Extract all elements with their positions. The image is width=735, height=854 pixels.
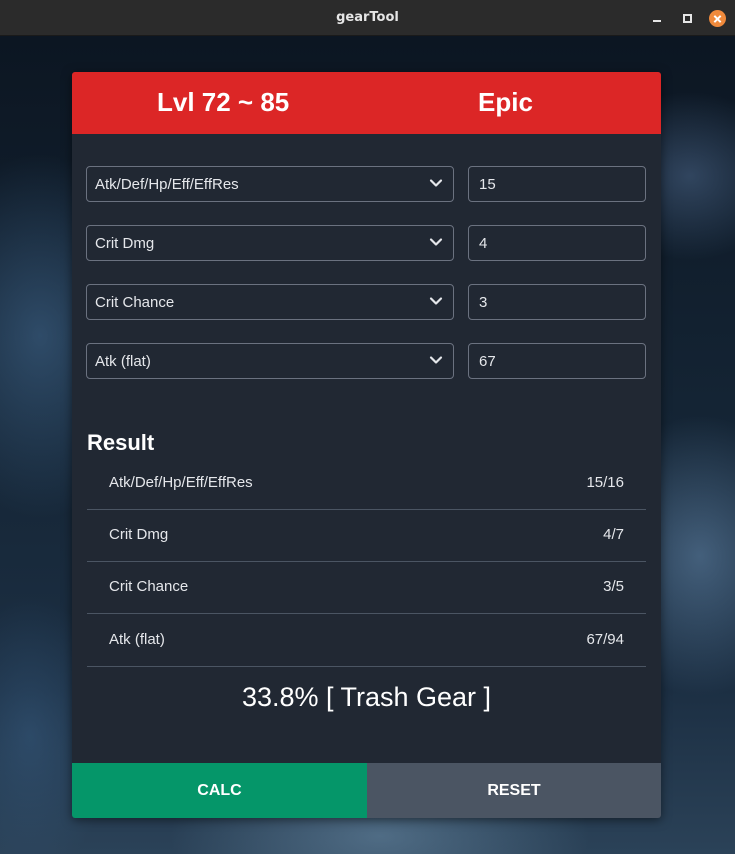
gear-score-summary: 33.8% [ Trash Gear ]	[241, 682, 492, 712]
substat-input-value: 67	[479, 353, 496, 370]
result-stat-score: 4/7	[603, 526, 624, 543]
substat-value-input-4[interactable]: 67	[468, 343, 646, 379]
result-row: Atk/Def/Hp/Eff/EffRes 15/16	[87, 458, 646, 510]
result-row: Crit Dmg 4/7	[87, 510, 646, 562]
chevron-down-icon	[429, 179, 443, 187]
result-row: Atk (flat) 67/94	[87, 615, 646, 667]
minimize-icon[interactable]	[649, 10, 665, 26]
calc-button[interactable]: CALC	[72, 763, 367, 818]
maximize-icon[interactable]	[679, 10, 695, 26]
rarity-label: Epic	[478, 87, 533, 117]
gear-header: Lvl 72 ~ 85 Epic	[72, 72, 661, 134]
substat-input-value: 4	[479, 235, 488, 252]
close-icon[interactable]	[709, 10, 726, 27]
substat-value-input-3[interactable]: 3	[468, 284, 646, 320]
substat-select-value: Atk (flat)	[95, 353, 151, 370]
chevron-down-icon	[429, 238, 443, 246]
gear-calculator-card: Lvl 72 ~ 85 Epic Atk/Def/Hp/Eff/EffRes 1…	[72, 72, 661, 818]
substat-input-value: 3	[479, 294, 488, 311]
window-titlebar: gearTool	[0, 0, 735, 36]
substat-input-value: 15	[479, 176, 496, 193]
result-stat-name: Crit Dmg	[109, 526, 169, 543]
substat-select-value: Atk/Def/Hp/Eff/EffRes	[95, 176, 239, 193]
substat-value-input-1[interactable]: 15	[468, 166, 646, 202]
substat-select-1[interactable]: Atk/Def/Hp/Eff/EffRes	[86, 166, 454, 202]
chevron-down-icon	[429, 356, 443, 364]
reset-button[interactable]: RESET	[367, 763, 661, 818]
result-stat-name: Crit Chance	[109, 578, 189, 595]
substat-select-value: Crit Chance	[95, 294, 175, 311]
window-title: gearTool	[336, 10, 399, 25]
result-stat-score: 67/94	[586, 631, 624, 648]
result-stat-score: 15/16	[586, 474, 624, 491]
substat-select-2[interactable]: Crit Dmg	[86, 225, 454, 261]
substat-value-input-2[interactable]: 4	[468, 225, 646, 261]
result-stat-name: Atk (flat)	[109, 631, 165, 648]
result-stat-score: 3/5	[603, 578, 624, 595]
substat-select-4[interactable]: Atk (flat)	[86, 343, 454, 379]
result-row: Crit Chance 3/5	[87, 562, 646, 614]
result-heading: Result	[87, 430, 155, 455]
level-range: Lvl 72 ~ 85	[157, 87, 290, 117]
chevron-down-icon	[429, 297, 443, 305]
result-stat-name: Atk/Def/Hp/Eff/EffRes	[109, 474, 253, 491]
substat-select-value: Crit Dmg	[95, 235, 155, 252]
substat-select-3[interactable]: Crit Chance	[86, 284, 454, 320]
